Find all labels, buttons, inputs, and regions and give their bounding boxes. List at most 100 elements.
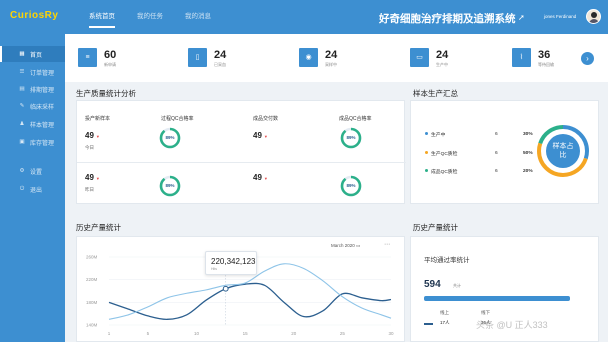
hstats-key: 线下 <box>481 310 490 315</box>
tray-icon: ▭ <box>410 48 429 67</box>
summary-count: 6 <box>495 168 498 174</box>
legend-line <box>424 323 433 325</box>
user-name[interactable]: jones Ferdinand <box>544 14 576 19</box>
sidebar-item-samples[interactable]: ♟ 样本管理 <box>0 116 65 132</box>
summary-count: 6 <box>495 131 498 137</box>
summary-pct: 20% <box>523 168 533 174</box>
home-icon: ▦ <box>19 51 25 57</box>
sample-donut-chart: 样本占比 <box>535 123 591 179</box>
quality-panel: 投产新样本 过程QC合格率 成品交付数 成品QC合格率 49 ▼ 今日 89% 4… <box>76 100 406 204</box>
top-header: CuriosRy 系统首页 我的任务 我的消息 好奇细胞治疗排期及追溯系统 ➚ … <box>0 0 608 34</box>
top-nav: 系统首页 我的任务 我的消息 <box>78 0 222 34</box>
highlight-point <box>222 285 229 292</box>
sidebar-item-schedule[interactable]: ▤ 排期管理 <box>0 81 65 97</box>
down-triangle-icon: ▼ <box>263 176 268 181</box>
stat-label: 生产中 <box>436 62 448 67</box>
stat-label: 新申请 <box>104 62 116 67</box>
down-triangle-icon: ▼ <box>95 134 100 139</box>
summary-label: 生产QC质检 <box>431 151 458 157</box>
nav-tab-tasks[interactable]: 我的任务 <box>126 0 174 34</box>
sidebar-item-label: 排期管理 <box>30 87 55 94</box>
sidebar-item-label: 库存管理 <box>30 140 55 147</box>
sidebar-item-label: 临床采样 <box>30 104 55 111</box>
quality-value: 49 ▼ <box>85 131 100 140</box>
watermark: 头条 @U 正人333 <box>476 320 548 330</box>
summary-label: 成品QC质检 <box>431 169 458 175</box>
sidebar: ▦ 首页 ☰ 订单管理 ▤ 排期管理 ✎ 临床采样 ♟ 样本管理 ▣ 库存管理 ⚙ 设置 ⏻ 退… <box>0 34 65 342</box>
quality-sub: 今日 <box>85 145 94 150</box>
legend-dot <box>425 169 428 172</box>
app-logo[interactable]: CuriosRy <box>10 10 58 21</box>
divider <box>77 162 406 163</box>
quality-value: 49 ▼ <box>85 173 100 182</box>
hstats-section-title: 历史产量统计 <box>413 223 458 232</box>
avatar[interactable] <box>586 9 601 24</box>
sidebar-item-home[interactable]: ▦ 首页 <box>0 46 65 62</box>
logout-icon: ⏻ <box>19 185 25 192</box>
tooltip-value: 220,342,123 <box>211 257 256 266</box>
y-tick-label: 220M <box>86 277 98 282</box>
quality-header: 成品交付数 <box>253 116 279 122</box>
hstats-value: 17人 <box>440 320 450 325</box>
ring-label: 89% <box>165 183 175 188</box>
stat-label: 采样中 <box>325 62 337 67</box>
quality-header: 投产新样本 <box>85 116 111 122</box>
legend-dot <box>425 132 428 135</box>
nav-tab-home[interactable]: 系统首页 <box>78 0 126 34</box>
arrow-right-icon[interactable]: › <box>581 52 594 65</box>
stat-value: 36 <box>538 49 551 61</box>
hstats-key: 线上 <box>440 310 449 315</box>
quality-value: 49 ▼ <box>253 131 268 140</box>
eye-icon: ◉ <box>299 48 318 67</box>
list-icon: ☰ <box>19 69 25 75</box>
y-tick-label: 260M <box>86 255 98 260</box>
hstats-subtitle: 平均通过率统计 <box>424 257 470 264</box>
stat-value: 60 <box>104 49 117 61</box>
sidebar-item-sampling[interactable]: ✎ 临床采样 <box>0 98 65 114</box>
progress-ring: 89% <box>339 174 363 198</box>
summary-pct: 50% <box>523 150 533 156</box>
sidebar-item-logout[interactable]: ⏻ 退出 <box>0 181 65 197</box>
sidebar-item-settings[interactable]: ⚙ 设置 <box>0 163 65 179</box>
sidebar-item-inventory[interactable]: ▣ 库存管理 <box>0 134 65 150</box>
stat-value: 24 <box>325 49 338 61</box>
x-tick-label: 10 <box>194 331 200 336</box>
ring-label: 89% <box>346 183 356 188</box>
y-tick-label: 180M <box>86 300 98 305</box>
summary-section-title: 样本生产汇总 <box>413 89 458 98</box>
sidebar-item-label: 退出 <box>30 187 43 194</box>
x-tick-label: 20 <box>291 331 297 336</box>
x-tick-label: 30 <box>388 331 394 336</box>
quality-header: 成品QC合格率 <box>339 116 372 122</box>
user-icon: ♟ <box>19 121 25 127</box>
nav-tab-messages[interactable]: 我的消息 <box>174 0 222 34</box>
stat-label: 已采血 <box>214 62 226 67</box>
sample-icon: ✎ <box>19 103 25 109</box>
quality-sub: 昨日 <box>85 187 94 192</box>
calendar-icon: ▤ <box>19 86 25 92</box>
stat-cards: ≡ 60 新申请 ▯ 24 已采血 ◉ 24 采样中 ▭ 24 生产中 ⌇ 36… <box>65 34 608 82</box>
hstats-total: 594 <box>424 279 441 290</box>
quality-value: 49 ▼ <box>253 173 268 182</box>
sidebar-item-orders[interactable]: ☰ 订单管理 <box>0 64 65 80</box>
document-icon: ≡ <box>78 48 97 67</box>
rocket-icon[interactable]: ➚ <box>518 13 525 22</box>
progress-ring: 89% <box>339 126 363 150</box>
summary-panel: 生产中 6 30% 生产QC质检 6 50% 成品QC质检 6 20% 样本占比 <box>410 100 599 204</box>
hstats-unit: 共计 <box>453 283 461 288</box>
sidebar-item-label: 设置 <box>30 169 43 176</box>
down-triangle-icon: ▼ <box>263 134 268 139</box>
sidebar-item-label: 首页 <box>30 52 43 59</box>
summary-row: 生产中 6 30% <box>425 130 533 138</box>
stat-label: 等待回输 <box>538 62 554 67</box>
x-tick-label: 1 <box>108 331 111 336</box>
progress-ring: 89% <box>158 174 182 198</box>
inventory-icon: ▣ <box>19 139 25 145</box>
history-section-title: 历史产量统计 <box>76 223 121 232</box>
stat-value: 24 <box>214 49 227 61</box>
summary-pct: 30% <box>523 131 533 137</box>
x-tick-label: 5 <box>147 331 150 336</box>
hstats-progress-bar <box>424 296 570 301</box>
chart-icon: ⌇ <box>512 48 531 67</box>
ring-label: 89% <box>165 135 175 140</box>
